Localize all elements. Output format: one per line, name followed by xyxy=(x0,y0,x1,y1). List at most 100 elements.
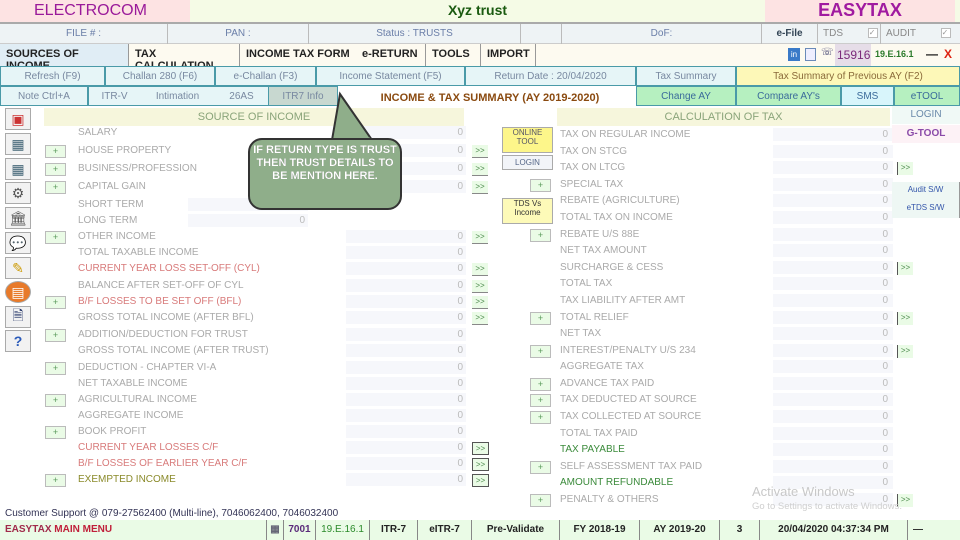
close-button[interactable]: X xyxy=(944,47,952,61)
expand-plus-button[interactable]: + xyxy=(45,231,66,244)
detail-arrow-button[interactable]: >> xyxy=(472,145,488,158)
help-icon[interactable]: ? xyxy=(5,330,31,352)
login-button[interactable]: LOGIN xyxy=(502,155,553,170)
expand-plus-button[interactable]: + xyxy=(45,145,66,158)
detail-arrow-button[interactable]: >> xyxy=(897,312,913,325)
dof-field: DoF: xyxy=(562,24,762,44)
menu-tools[interactable]: TOOLS xyxy=(426,44,481,66)
menu-tax-calculation[interactable]: TAX CALCULATION xyxy=(129,44,240,72)
pre-validate-button[interactable]: Pre-Validate xyxy=(472,520,560,540)
pencil-icon[interactable]: ✎ xyxy=(5,257,31,279)
expand-plus-button[interactable]: + xyxy=(45,394,66,407)
etds-sw-button[interactable]: eTDS S/W xyxy=(892,200,960,218)
expand-plus-button[interactable]: + xyxy=(530,411,551,424)
version-status: 19.E.16.1 xyxy=(316,520,370,540)
footer-dash: — xyxy=(913,524,923,535)
tds-checkbox[interactable]: ✓ xyxy=(867,28,878,39)
tax-row-label: INTEREST/PENALTY U/S 234 xyxy=(560,345,696,356)
detail-arrow-button[interactable]: >> xyxy=(472,442,489,455)
expand-plus-button[interactable]: + xyxy=(45,426,66,439)
detail-arrow-button[interactable]: >> xyxy=(472,312,488,325)
expand-plus-button[interactable]: + xyxy=(530,229,551,242)
note-button[interactable]: Note Ctrl+A xyxy=(0,86,88,106)
tax-row-label: AMOUNT REFUNDABLE xyxy=(560,477,674,488)
document-icon[interactable]: 🗎 xyxy=(5,306,31,328)
chat-icon[interactable]: 💬 xyxy=(5,232,31,254)
income-row-label: AGRICULTURAL INCOME xyxy=(78,394,197,405)
refresh-button[interactable]: Refresh (F9) xyxy=(0,66,105,86)
detail-arrow-button[interactable]: >> xyxy=(897,162,913,175)
change-ay-button[interactable]: Change AY xyxy=(636,86,736,106)
online-tool-button[interactable]: ONLINE TOOL xyxy=(502,127,553,153)
expand-plus-button[interactable]: + xyxy=(45,163,66,176)
tax-value: 0 xyxy=(882,212,888,223)
detail-arrow-button[interactable]: >> xyxy=(472,280,488,293)
challan-280-button[interactable]: Challan 280 (F6) xyxy=(105,66,215,86)
itr-v-button[interactable]: ITR-V xyxy=(88,86,140,106)
income-value: 0 xyxy=(457,312,463,323)
detail-arrow-button[interactable]: >> xyxy=(472,474,489,487)
calculator-icon[interactable]: ▦ xyxy=(266,520,284,540)
expand-plus-button[interactable]: + xyxy=(530,461,551,474)
etool-button[interactable]: eTOOL xyxy=(894,86,960,106)
main-menu-button[interactable]: EASYTAX MAIN MENU xyxy=(5,524,112,535)
intimation-button[interactable]: Intimation xyxy=(140,86,215,106)
detail-arrow-button[interactable]: >> xyxy=(472,296,488,309)
audit-checkbox-cell[interactable]: AUDIT ✓ xyxy=(881,24,960,44)
calendar-grid-icon[interactable]: ▦ xyxy=(5,158,31,180)
detail-arrow-button[interactable]: >> xyxy=(472,181,488,194)
expand-plus-button[interactable]: + xyxy=(530,494,551,507)
expand-plus-button[interactable]: + xyxy=(45,362,66,375)
building-icon[interactable]: ▣ xyxy=(5,108,31,130)
26as-button[interactable]: 26AS xyxy=(215,86,268,106)
menu-sources-of-income[interactable]: SOURCES OF INCOME xyxy=(0,44,129,72)
detail-arrow-button[interactable]: >> xyxy=(472,458,489,471)
audit-checkbox[interactable]: ✓ xyxy=(940,28,951,39)
detail-arrow-button[interactable]: >> xyxy=(897,262,913,275)
detail-arrow-button[interactable]: >> xyxy=(897,345,913,358)
expand-plus-button[interactable]: + xyxy=(530,179,551,192)
income-row-label: DEDUCTION - CHAPTER VI-A xyxy=(78,362,217,373)
calendar-icon[interactable]: ▦ xyxy=(5,133,31,155)
clipboard-icon[interactable]: ▤ xyxy=(5,281,31,303)
login-button-right[interactable]: LOGIN xyxy=(892,106,960,124)
detail-arrow-button[interactable]: >> xyxy=(472,231,488,244)
gear-icon[interactable]: ⚙ xyxy=(5,182,31,204)
tds-checkbox-cell[interactable]: TDS ✓ xyxy=(818,24,881,44)
menu-income-tax-form[interactable]: INCOME TAX FORM xyxy=(240,44,356,66)
audit-sw-button[interactable]: Audit S/W xyxy=(892,182,960,200)
tax-summary-previous-ay-button[interactable]: Tax Summary of Previous AY (F2) xyxy=(736,66,960,86)
sms-button[interactable]: SMS xyxy=(841,86,894,106)
g-tool-button[interactable]: G-TOOL xyxy=(892,125,960,143)
expand-plus-button[interactable]: + xyxy=(530,312,551,325)
efile-button[interactable]: e-File xyxy=(762,24,818,44)
compare-ay-button[interactable]: Compare AY's xyxy=(736,86,841,106)
detail-arrow-button[interactable]: >> xyxy=(472,263,488,276)
eitr-button[interactable]: eITR-7 xyxy=(418,520,472,540)
e-challan-button[interactable]: e-Challan (F3) xyxy=(215,66,316,86)
tax-value: 0 xyxy=(882,345,888,356)
menu-e-return[interactable]: e-RETURN xyxy=(356,44,426,66)
itr-form-status[interactable]: ITR-7 xyxy=(370,520,418,540)
income-row-label: NET TAXABLE INCOME xyxy=(78,378,188,389)
expand-plus-button[interactable]: + xyxy=(530,394,551,407)
income-row-label: BUSINESS/PROFESSION xyxy=(78,163,197,174)
tax-summary-button[interactable]: Tax Summary xyxy=(636,66,736,86)
return-date-field[interactable]: Return Date : 20/04/2020 xyxy=(465,66,636,86)
tax-value: 0 xyxy=(882,461,888,472)
expand-plus-button[interactable]: + xyxy=(530,345,551,358)
bank-icon[interactable]: 🏛 xyxy=(5,207,31,229)
expand-plus-button[interactable]: + xyxy=(45,181,66,194)
expand-plus-button[interactable]: + xyxy=(45,296,66,309)
income-statement-button[interactable]: Income Statement (F5) xyxy=(316,66,465,86)
expand-plus-button[interactable]: + xyxy=(530,378,551,391)
tds-vs-income-button[interactable]: TDS Vs Income xyxy=(502,198,553,224)
linkedin-icon[interactable]: in xyxy=(788,48,800,61)
expand-plus-button[interactable]: + xyxy=(45,474,66,487)
phone-icon: ☏ xyxy=(821,47,834,58)
detail-arrow-button[interactable]: >> xyxy=(472,163,488,176)
expand-plus-button[interactable]: + xyxy=(45,329,66,342)
minimize-button[interactable]: — xyxy=(926,47,938,61)
menu-import[interactable]: IMPORT xyxy=(481,44,536,66)
notes-icon[interactable] xyxy=(805,48,816,61)
